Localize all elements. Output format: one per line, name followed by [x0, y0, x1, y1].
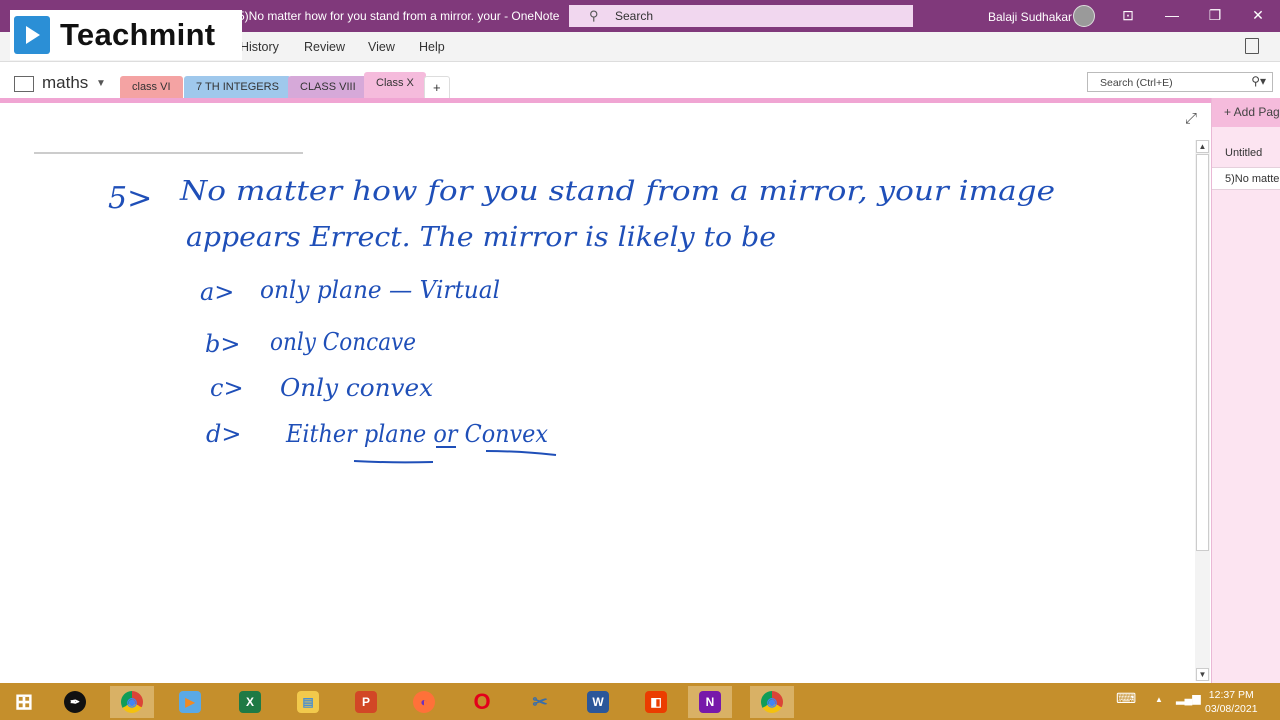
notebook-search-input[interactable]: Search (Ctrl+E) ⚲▾ [1087, 72, 1273, 92]
office-icon: ◧ [645, 691, 667, 713]
scissors-icon: ✂ [532, 691, 548, 712]
tab-history[interactable]: History [240, 40, 279, 54]
system-clock[interactable]: 12:37 PM 03/08/2021 [1205, 688, 1258, 716]
notebook-search-placeholder: Search (Ctrl+E) [1100, 77, 1173, 89]
excel-icon: X [239, 691, 261, 713]
pen-icon: ✒ [64, 691, 86, 713]
onenote-icon: N [699, 691, 721, 713]
taskbar-powerpoint[interactable]: P [344, 686, 388, 718]
section-tab-class-viii[interactable]: CLASS VIII [288, 76, 368, 98]
ribbon-display-options-icon[interactable]: ⊡ [1118, 7, 1138, 24]
window-title: 5)No matter how for you stand from a mir… [238, 9, 560, 23]
page-item-selected[interactable]: 5)No matter how for you stand from a mir… [1212, 167, 1280, 190]
opera-icon: O [473, 689, 491, 714]
start-button[interactable]: ⊞ [2, 686, 46, 718]
notebook-icon[interactable] [14, 76, 34, 92]
taskbar-onenote[interactable]: N [688, 686, 732, 718]
chrome-icon: ◉ [121, 691, 143, 713]
section-tab-7th-integers[interactable]: 7 TH INTEGERS [184, 76, 291, 98]
taskbar-excel[interactable]: X [228, 686, 272, 718]
tab-help[interactable]: Help [419, 40, 445, 54]
scrollbar-thumb[interactable] [1196, 154, 1209, 551]
powerpoint-icon: P [355, 691, 377, 713]
vertical-scrollbar[interactable]: ▲ ▼ [1195, 140, 1210, 681]
chrome-icon: ◉ [761, 691, 783, 713]
minimize-button[interactable]: — [1162, 7, 1182, 23]
user-name[interactable]: Balaji Sudhakar [988, 10, 1072, 24]
page-item-untitled[interactable]: Untitled [1212, 142, 1280, 165]
folder-icon: ▤ [297, 691, 319, 713]
show-hidden-icons-icon[interactable]: ▲ [1155, 695, 1163, 704]
taskbar-chrome-profile[interactable]: ◉ [750, 686, 794, 718]
taskbar-office[interactable]: ◧ [634, 686, 678, 718]
search-placeholder: Search [615, 9, 654, 23]
search-icon: ⚲ [589, 8, 599, 23]
clock-date: 03/08/2021 [1205, 703, 1258, 715]
scroll-up-arrow-icon[interactable]: ▲ [1196, 140, 1209, 153]
firefox-icon: ◐ [413, 691, 435, 713]
taskbar-snipping-tool[interactable]: ✂ [518, 686, 562, 718]
pages-pane: + Add Page Untitled 5)No matter how for … [1211, 98, 1280, 683]
tab-review[interactable]: Review [304, 40, 345, 54]
page-canvas[interactable] [0, 103, 1211, 683]
notebook-bar: maths ▼ class VI 7 TH INTEGERS CLASS VII… [0, 62, 1280, 98]
windows-icon: ⊞ [14, 689, 34, 714]
chevron-down-icon[interactable]: ▼ [96, 78, 106, 89]
tab-view[interactable]: View [368, 40, 395, 54]
clock-time: 12:37 PM [1208, 689, 1254, 701]
search-icon[interactable]: ⚲▾ [1251, 74, 1266, 88]
taskbar-chrome[interactable]: ◉ [110, 686, 154, 718]
avatar[interactable] [1073, 5, 1095, 27]
add-section-button[interactable]: + [424, 76, 450, 98]
section-tab-class-x[interactable]: Class X [364, 72, 426, 98]
section-tab-class-vi[interactable]: class VI [120, 76, 183, 98]
taskbar-word[interactable]: W [576, 686, 620, 718]
taskbar-media-player[interactable]: ▶ [168, 686, 212, 718]
teachmint-logo-icon [14, 16, 50, 54]
restore-button[interactable]: ❐ [1205, 7, 1225, 24]
teachmint-watermark: Teachmint [10, 10, 242, 60]
add-page-button[interactable]: + Add Page [1212, 98, 1280, 127]
immersive-reader-icon[interactable] [1245, 38, 1259, 54]
media-player-icon: ▶ [179, 691, 201, 713]
touch-keyboard-icon[interactable]: ⌨ [1116, 690, 1136, 707]
taskbar-firefox[interactable]: ◐ [402, 686, 446, 718]
taskbar-pen-app[interactable]: ✒ [53, 686, 97, 718]
taskbar: ⊞ ✒ ◉ ▶ X ▤ P ◐ O ✂ W ◧ N ◉ [0, 683, 1280, 720]
network-signal-icon[interactable]: ▂▄▆ [1176, 692, 1201, 705]
search-box[interactable]: ⚲ Search [569, 5, 913, 27]
expand-icon[interactable]: ⤢ [1185, 110, 1197, 127]
taskbar-file-explorer[interactable]: ▤ [286, 686, 330, 718]
notebook-name[interactable]: maths [42, 73, 88, 93]
close-button[interactable]: ✕ [1248, 7, 1268, 24]
taskbar-opera[interactable]: O [460, 686, 504, 718]
word-icon: W [587, 691, 609, 713]
teachmint-brand: Teachmint [60, 17, 216, 52]
scroll-down-arrow-icon[interactable]: ▼ [1196, 668, 1209, 681]
